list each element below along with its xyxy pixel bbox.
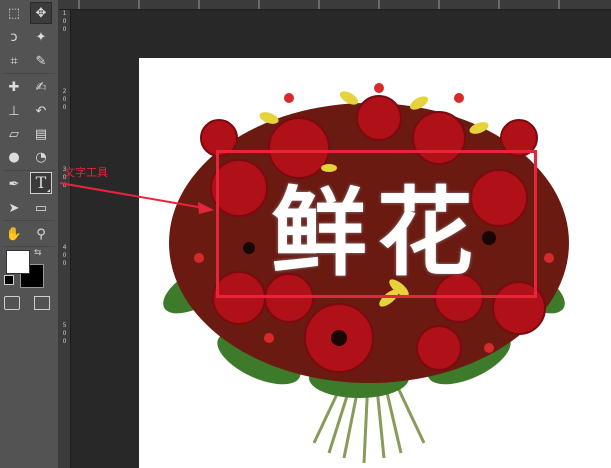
callout-arrow <box>59 182 214 214</box>
